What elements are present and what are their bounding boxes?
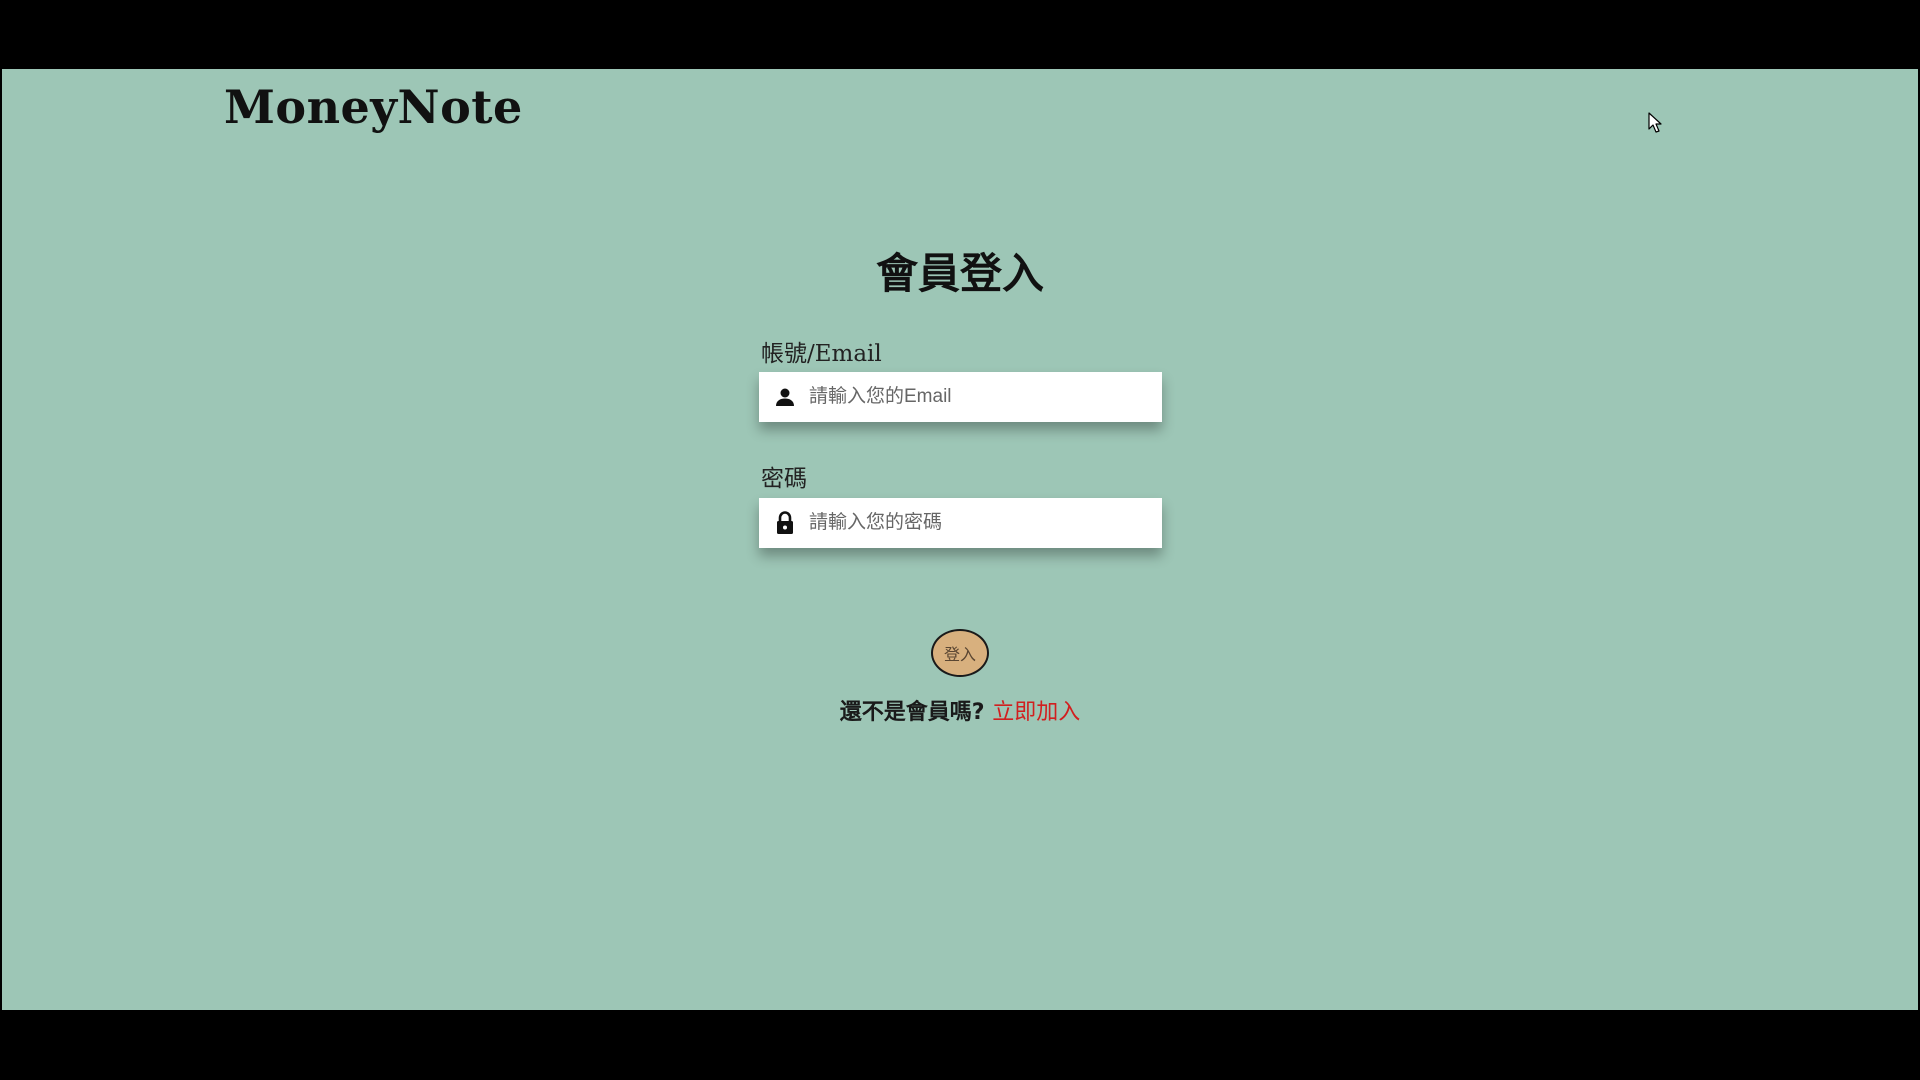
signup-link[interactable]: 立即加入 [992, 700, 1080, 725]
email-label: 帳號/Email [761, 341, 882, 367]
signup-prompt-line: 還不是會員嗎? 立即加入 [0, 694, 1920, 726]
user-icon [773, 385, 797, 409]
letterbox-bottom [0, 1010, 1920, 1080]
page-title: 會員登入 [875, 249, 1044, 298]
lock-icon [773, 511, 797, 535]
email-input[interactable] [809, 377, 1149, 417]
password-field[interactable] [759, 498, 1162, 548]
password-label: 密碼 [761, 466, 807, 492]
letterbox-top [0, 0, 1920, 69]
email-field[interactable] [759, 372, 1162, 422]
mouse-cursor-icon [1648, 112, 1662, 133]
brand-logo[interactable]: MoneyNote [224, 80, 523, 134]
password-input[interactable] [809, 503, 1149, 543]
signup-prompt-text: 還不是會員嗎? [839, 700, 985, 725]
login-button[interactable]: 登入 [931, 629, 989, 677]
